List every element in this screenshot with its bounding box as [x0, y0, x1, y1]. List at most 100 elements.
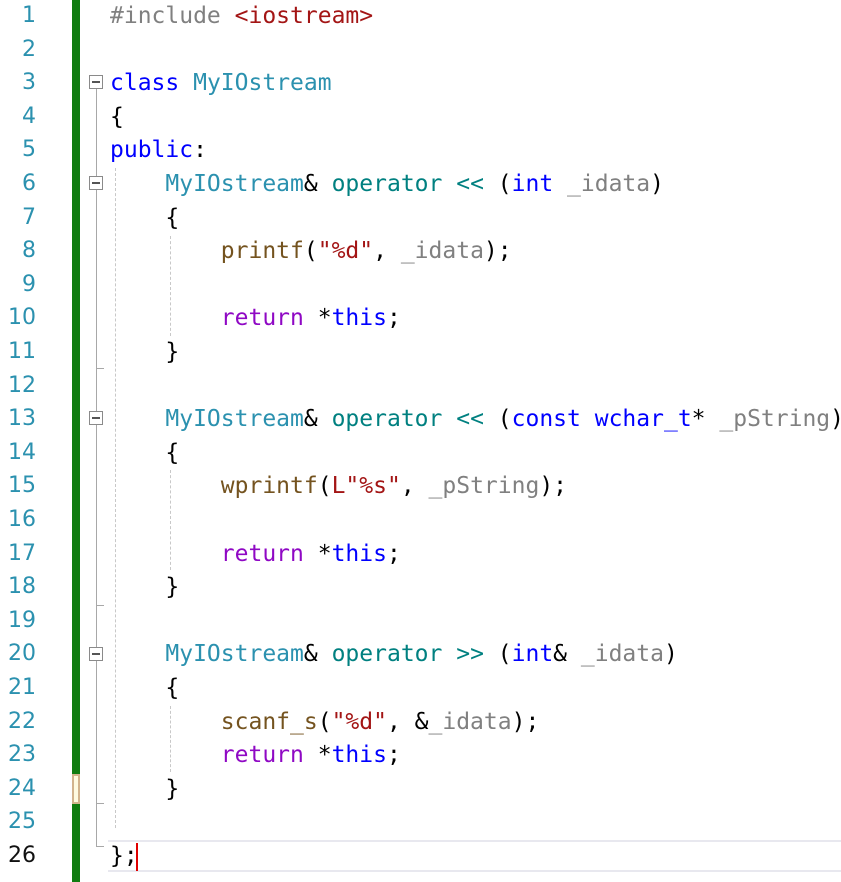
fold-toggle-operator-wchar[interactable] — [89, 411, 103, 425]
code-line[interactable]: 21 { — [0, 671, 841, 705]
line-number: 10 — [8, 305, 36, 331]
code-line[interactable]: 9 — [0, 268, 841, 302]
code-token: ; — [386, 540, 401, 567]
fold-toggle-class[interactable] — [89, 75, 103, 89]
code-token: ( — [483, 406, 512, 433]
code-line[interactable]: 2 — [0, 33, 841, 67]
code-line[interactable]: 18 } — [0, 570, 841, 604]
line-code: { — [110, 436, 179, 470]
code-token: * — [303, 540, 332, 567]
line-code: return *this; — [110, 738, 401, 772]
code-line[interactable]: 19 — [0, 604, 841, 638]
line-code: { — [110, 201, 179, 235]
code-token: << — [456, 171, 484, 197]
code-token: { — [110, 103, 124, 130]
code-token: * — [303, 305, 332, 332]
code-line[interactable]: 3 class MyIOstream — [0, 66, 841, 100]
code-line[interactable]: 5 public: — [0, 133, 841, 167]
indent-guide-body-1 — [170, 236, 171, 336]
code-token: MyIOstream — [165, 171, 304, 197]
code-token: _pString — [719, 406, 831, 433]
code-token: operator — [331, 406, 443, 433]
indent-guide-body-2 — [170, 470, 171, 570]
fold-end-class — [96, 846, 104, 847]
text-caret — [136, 843, 138, 871]
code-editor[interactable]: 1 #include <iostream> 2 3 class MyIOstream 4{… — [0, 0, 841, 882]
fold-region-operator-wchar — [96, 425, 97, 605]
fold-toggle-operator-int[interactable] — [89, 176, 103, 190]
code-token: int — [511, 641, 554, 668]
code-token: return — [220, 540, 304, 567]
code-line[interactable]: 14 { — [0, 436, 841, 470]
code-line[interactable]: 12 — [0, 369, 841, 403]
code-token: , & — [386, 708, 429, 735]
line-number: 23 — [8, 742, 36, 768]
line-code: } — [110, 335, 179, 369]
code-token: this — [331, 305, 387, 332]
line-code: MyIOstream& operator << (int _idata) — [110, 167, 664, 201]
code-line[interactable]: 10 return *this; — [0, 301, 841, 335]
fold-end-operator-extract — [96, 803, 104, 804]
code-token: int — [511, 171, 554, 197]
code-line[interactable]: 22 scanf_s("%d", &_idata); — [0, 705, 841, 739]
line-code: #include <iostream> — [110, 0, 373, 33]
code-token: "%d" — [331, 708, 387, 735]
code-token: >> — [456, 641, 484, 668]
code-token: return — [220, 742, 304, 769]
code-token: _idata — [400, 238, 484, 265]
code-line[interactable]: 24 } — [0, 772, 841, 806]
code-token: ( — [483, 641, 512, 668]
code-token: } — [110, 339, 180, 365]
code-token: wchar_t — [594, 406, 692, 433]
code-line[interactable]: 16 — [0, 503, 841, 537]
fold-toggle-operator-extract[interactable] — [89, 647, 103, 661]
line-number: 17 — [8, 540, 36, 566]
code-line[interactable]: 11 } — [0, 335, 841, 369]
line-number: 13 — [8, 406, 36, 432]
code-token: _pString — [428, 473, 540, 500]
code-line[interactable]: 23 return *this; — [0, 738, 841, 772]
code-line[interactable]: 25 — [0, 805, 841, 839]
fold-region-operator-int — [96, 190, 97, 368]
line-code: scanf_s("%d", &_idata); — [110, 705, 540, 739]
code-line[interactable]: 6 MyIOstream& operator << (int _idata) — [0, 167, 841, 201]
line-code: return *this; — [110, 301, 401, 335]
code-line[interactable]: 7 { — [0, 201, 841, 235]
code-token: <iostream> — [234, 3, 374, 29]
code-token: L"%s" — [331, 473, 401, 500]
line-number: 1 — [22, 3, 36, 28]
line-number: 15 — [8, 473, 36, 499]
line-code: MyIOstream& operator >> (int& _idata) — [110, 637, 677, 671]
line-code: return *this; — [110, 537, 401, 571]
line-number: 4 — [22, 103, 36, 129]
code-token: const — [511, 406, 581, 433]
code-token: : — [193, 137, 207, 164]
unsaved-change-marker — [72, 774, 80, 804]
code-line[interactable]: 20 MyIOstream& operator >> (int& _idata) — [0, 637, 841, 671]
code-token: { — [110, 204, 180, 231]
code-line[interactable]: 8 printf("%d", _idata); — [0, 234, 841, 268]
code-line[interactable]: 1 #include <iostream> — [0, 0, 841, 33]
code-token: << — [456, 406, 484, 433]
code-token: ( — [303, 238, 318, 265]
code-token: ( — [483, 171, 512, 197]
code-line[interactable]: 13 MyIOstream& operator << (const wchar_… — [0, 402, 841, 436]
line-number: 7 — [22, 204, 36, 230]
code-line[interactable]: 17 return *this; — [0, 537, 841, 571]
code-token: { — [110, 675, 180, 701]
code-token: , — [400, 473, 429, 500]
indent-guide-class — [115, 168, 116, 828]
fold-end-operator-int — [96, 368, 104, 369]
code-line[interactable]: 4{ — [0, 100, 841, 134]
indent-guide-body-3 — [170, 706, 171, 772]
code-line[interactable]: 15 wprintf(L"%s", _pString); — [0, 469, 841, 503]
code-token: & — [303, 171, 332, 197]
line-code: class MyIOstream — [110, 66, 332, 100]
fold-region-operator-extract — [96, 661, 97, 803]
